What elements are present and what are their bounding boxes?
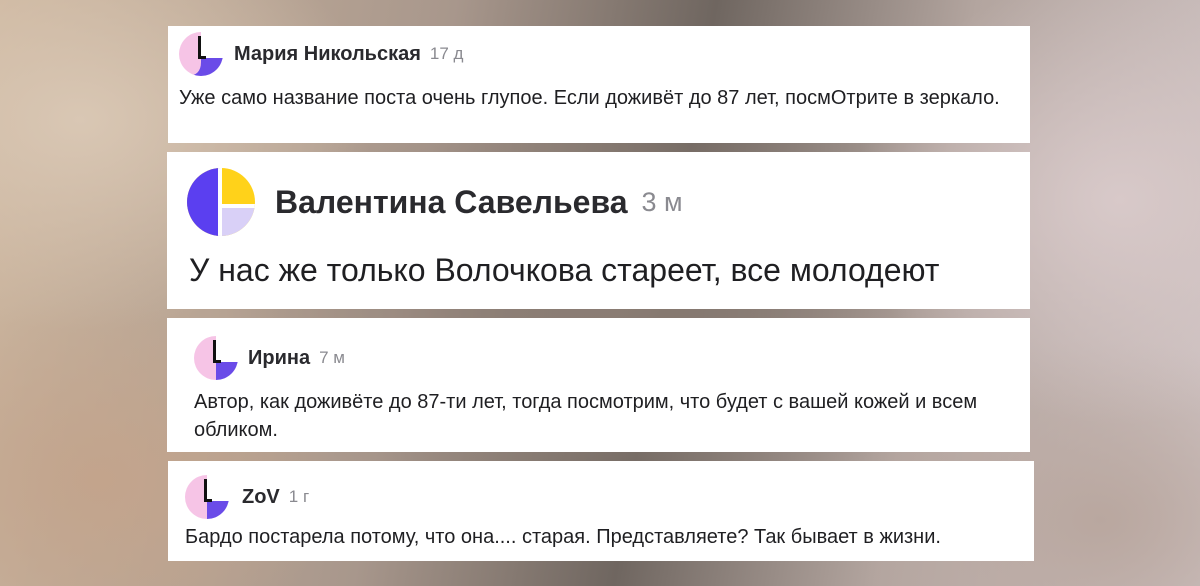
- comment-text: Автор, как доживёте до 87-ти лет, тогда …: [194, 391, 978, 441]
- comment-time: 7 м: [319, 348, 345, 367]
- comment-header: Мария Никольская 17 д: [179, 32, 463, 76]
- user-avatar-icon[interactable]: [187, 168, 255, 236]
- comment-text: Уже само название поста очень глупое. Ес…: [179, 87, 1000, 109]
- comment-time: 3 м: [641, 186, 683, 217]
- comment-text: Бардо постарела потому, что она.... стар…: [185, 526, 941, 548]
- comment-card: ZoV 1 г Бардо постарела потому, что она.…: [168, 461, 1034, 561]
- author-name[interactable]: Мария Никольская: [234, 43, 421, 66]
- user-avatar-icon[interactable]: [179, 32, 223, 76]
- comment-text: У нас же только Волочкова стареет, все м…: [189, 252, 940, 288]
- user-avatar-icon[interactable]: [185, 475, 229, 519]
- author-name[interactable]: Валентина Савельева: [275, 184, 627, 221]
- comment-header: ZoV 1 г: [185, 475, 309, 519]
- comment-time: 17 д: [429, 44, 464, 63]
- comment-card: Мария Никольская 17 д Уже само название …: [168, 26, 1030, 143]
- author-name[interactable]: Ирина: [248, 347, 310, 370]
- comment-header: Валентина Савельева 3 м: [187, 168, 683, 236]
- author-name[interactable]: ZoV: [242, 486, 280, 509]
- comment-card: Ирина 7 м Автор, как доживёте до 87-ти л…: [167, 318, 1030, 452]
- user-avatar-icon[interactable]: [194, 336, 238, 380]
- comment-card: Валентина Савельева 3 м У нас же только …: [167, 152, 1030, 309]
- comment-time: 1 г: [288, 487, 310, 506]
- comment-header: Ирина 7 м: [194, 336, 345, 380]
